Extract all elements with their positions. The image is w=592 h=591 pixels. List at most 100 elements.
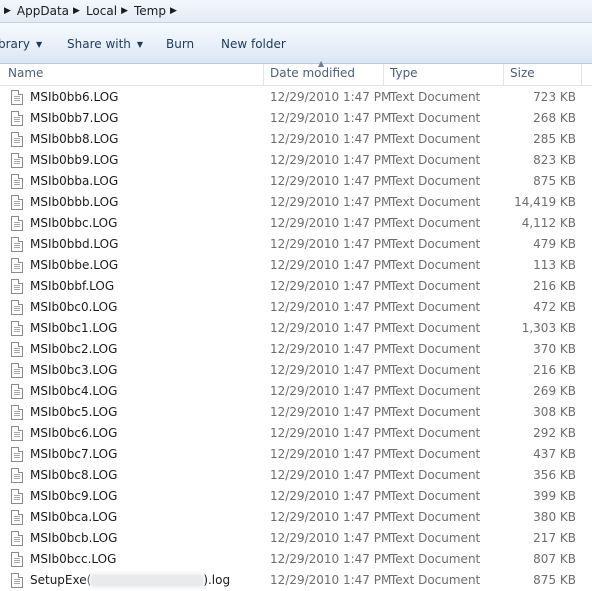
table-row[interactable]: MSIb0bbd.LOG 12/29/2010 1:47 PM Text Docum… bbox=[0, 234, 592, 255]
table-row[interactable]: SetupExe().log 12/29/2010 1:47 PM Text D… bbox=[0, 570, 592, 591]
table-row[interactable]: MSIb0bb7.LOG 12/29/2010 1:47 PM Text Docum… bbox=[0, 108, 592, 129]
file-type: Text Document bbox=[390, 300, 481, 314]
column-header-name-label: Name bbox=[8, 66, 44, 80]
file-name: MSIb0bcc.LOG bbox=[30, 552, 117, 566]
new-folder-label: New folder bbox=[221, 37, 286, 51]
file-type: Text Document bbox=[390, 321, 481, 335]
chevron-right-icon[interactable]: ▶ bbox=[117, 6, 134, 16]
text-document-icon bbox=[11, 426, 23, 441]
file-name: MSIb0bba.LOG bbox=[30, 174, 119, 188]
table-row[interactable]: MSIb0bc5.LOG 12/29/2010 1:47 PM Text Docum… bbox=[0, 402, 592, 423]
table-row[interactable]: MSIb0bbb.LOG 12/29/2010 1:47 PM Text Docum… bbox=[0, 192, 592, 213]
table-row[interactable]: MSIb0bcb.LOG 12/29/2010 1:47 PM Text Docum… bbox=[0, 528, 592, 549]
text-document-icon bbox=[11, 447, 23, 462]
table-row[interactable]: MSIb0bc7.LOG 12/29/2010 1:47 PM Text Docum… bbox=[0, 444, 592, 465]
file-type: Text Document bbox=[390, 552, 481, 566]
file-name: MSIb0bbf.LOG bbox=[30, 279, 115, 293]
file-size: 807 KB bbox=[533, 552, 576, 566]
table-row[interactable]: MSIb0bcc.LOG 12/29/2010 1:47 PM Text Docum… bbox=[0, 549, 592, 570]
text-document-icon bbox=[11, 468, 23, 483]
redacted-text bbox=[91, 575, 204, 586]
file-name: MSIb0bb8.LOG bbox=[30, 132, 119, 146]
table-row[interactable]: MSIb0bb9.LOG 12/29/2010 1:47 PM Text Docum… bbox=[0, 150, 592, 171]
file-date-modified: 12/29/2010 1:47 PM bbox=[270, 447, 392, 461]
text-document-icon bbox=[11, 552, 23, 567]
share-with-label: Share with bbox=[67, 37, 131, 51]
file-date-modified: 12/29/2010 1:47 PM bbox=[270, 426, 392, 440]
file-date-modified: 12/29/2010 1:47 PM bbox=[270, 468, 392, 482]
chevron-right-icon[interactable]: ▶ bbox=[69, 6, 86, 16]
file-size: 269 KB bbox=[533, 384, 576, 398]
file-date-modified: 12/29/2010 1:47 PM bbox=[270, 153, 392, 167]
breadcrumb-temp[interactable]: Temp bbox=[134, 4, 166, 18]
breadcrumb: ▶ AppData ▶ Local ▶ Temp ▶ bbox=[0, 2, 183, 20]
breadcrumb-appdata[interactable]: AppData bbox=[17, 4, 69, 18]
file-size: 113 KB bbox=[533, 258, 576, 272]
table-row[interactable]: MSIb0bc0.LOG 12/29/2010 1:47 PM Text Docum… bbox=[0, 297, 592, 318]
file-type: Text Document bbox=[390, 468, 481, 482]
file-date-modified: 12/29/2010 1:47 PM bbox=[270, 573, 392, 587]
file-type: Text Document bbox=[390, 216, 481, 230]
breadcrumb-local[interactable]: Local bbox=[86, 4, 117, 18]
file-type: Text Document bbox=[390, 531, 481, 545]
table-row[interactable]: MSIb0bbf.LOG 12/29/2010 1:47 PM Text Docum… bbox=[0, 276, 592, 297]
address-bar[interactable]: ▶ AppData ▶ Local ▶ Temp ▶ bbox=[0, 0, 592, 23]
text-document-icon bbox=[11, 531, 23, 546]
file-size: 4,112 KB bbox=[521, 216, 576, 230]
column-header-name[interactable]: Name bbox=[2, 64, 264, 85]
file-size: 217 KB bbox=[533, 531, 576, 545]
column-header-size-label: Size bbox=[510, 66, 535, 80]
table-row[interactable]: MSIb0bba.LOG 12/29/2010 1:47 PM Text Docum… bbox=[0, 171, 592, 192]
burn-button[interactable]: Burn bbox=[166, 36, 194, 52]
column-header-type[interactable]: Type bbox=[384, 64, 504, 85]
table-row[interactable]: MSIb0bc8.LOG 12/29/2010 1:47 PM Text Docum… bbox=[0, 465, 592, 486]
table-row[interactable]: MSIb0bc2.LOG 12/29/2010 1:47 PM Text Docum… bbox=[0, 339, 592, 360]
file-date-modified: 12/29/2010 1:47 PM bbox=[270, 174, 392, 188]
file-name: MSIb0bc5.LOG bbox=[30, 405, 118, 419]
file-date-modified: 12/29/2010 1:47 PM bbox=[270, 195, 392, 209]
chevron-right-icon[interactable]: ▶ bbox=[0, 6, 17, 16]
column-header-date-modified[interactable]: Date modified bbox=[264, 64, 384, 85]
file-name: MSIb0bb9.LOG bbox=[30, 153, 119, 167]
table-row[interactable]: MSIb0bb8.LOG 12/29/2010 1:47 PM Text Docum… bbox=[0, 129, 592, 150]
chevron-right-icon[interactable]: ▶ bbox=[166, 6, 183, 16]
column-header-type-label: Type bbox=[390, 66, 418, 80]
share-with-button[interactable]: Share with ▼ bbox=[67, 36, 143, 52]
file-name: MSIb0bc1.LOG bbox=[30, 321, 118, 335]
table-row[interactable]: MSIb0bc9.LOG 12/29/2010 1:47 PM Text Docum… bbox=[0, 486, 592, 507]
file-date-modified: 12/29/2010 1:47 PM bbox=[270, 342, 392, 356]
table-row[interactable]: MSIb0bb6.LOG 12/29/2010 1:47 PM Text Docum… bbox=[0, 87, 592, 108]
table-row[interactable]: MSIb0bc4.LOG 12/29/2010 1:47 PM Text Docum… bbox=[0, 381, 592, 402]
include-in-library-button[interactable]: brary ▼ bbox=[0, 36, 42, 52]
file-date-modified: 12/29/2010 1:47 PM bbox=[270, 237, 392, 251]
table-row[interactable]: MSIb0bc3.LOG 12/29/2010 1:47 PM Text Docum… bbox=[0, 360, 592, 381]
file-type: Text Document bbox=[390, 111, 481, 125]
text-document-icon bbox=[11, 258, 23, 273]
file-size: 216 KB bbox=[533, 279, 576, 293]
table-row[interactable]: MSIb0bc1.LOG 12/29/2010 1:47 PM Text Docum… bbox=[0, 318, 592, 339]
file-date-modified: 12/29/2010 1:47 PM bbox=[270, 132, 392, 146]
file-size: 370 KB bbox=[533, 342, 576, 356]
new-folder-button[interactable]: New folder bbox=[221, 36, 286, 52]
column-header-row: Name ▲ Date modified Type Size bbox=[0, 59, 592, 86]
table-row[interactable]: MSIb0bca.LOG 12/29/2010 1:47 PM Text Docum… bbox=[0, 507, 592, 528]
file-size: 399 KB bbox=[533, 489, 576, 503]
column-header-size[interactable]: Size bbox=[504, 64, 582, 85]
file-size: 14,419 KB bbox=[514, 195, 576, 209]
file-name: SetupExe().log bbox=[30, 570, 230, 591]
file-date-modified: 12/29/2010 1:47 PM bbox=[270, 300, 392, 314]
table-row[interactable]: MSIb0bc6.LOG 12/29/2010 1:47 PM Text Docum… bbox=[0, 423, 592, 444]
file-size: 268 KB bbox=[533, 111, 576, 125]
file-type: Text Document bbox=[390, 132, 481, 146]
file-size: 875 KB bbox=[533, 174, 576, 188]
text-document-icon bbox=[11, 300, 23, 315]
file-size: 308 KB bbox=[533, 405, 576, 419]
table-row[interactable]: MSIb0bbc.LOG 12/29/2010 1:47 PM Text Docum… bbox=[0, 213, 592, 234]
column-header-date-label: Date modified bbox=[270, 66, 356, 80]
file-type: Text Document bbox=[390, 384, 481, 398]
table-row[interactable]: MSIb0bbe.LOG 12/29/2010 1:47 PM Text Docum… bbox=[0, 255, 592, 276]
file-date-modified: 12/29/2010 1:47 PM bbox=[270, 321, 392, 335]
text-document-icon bbox=[11, 405, 23, 420]
file-name: MSIb0bc4.LOG bbox=[30, 384, 118, 398]
text-document-icon bbox=[11, 342, 23, 357]
